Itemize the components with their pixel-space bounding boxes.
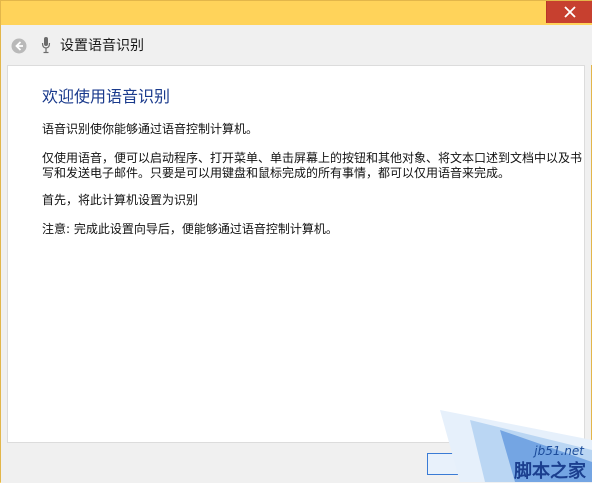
wizard-content-panel: 欢迎使用语音识别 语音识别使你能够通过语音控制计算机。 仅使用语音，便可以启动程… bbox=[7, 65, 585, 443]
title-bar[interactable] bbox=[1, 1, 592, 25]
wizard-header: 设置语音识别 bbox=[1, 25, 592, 65]
watermark-site: jb51.net bbox=[534, 444, 584, 458]
watermark-name: 脚本之家 bbox=[514, 461, 586, 482]
microphone-icon bbox=[41, 37, 51, 54]
description-line-2: 写和发送电子邮件。只要是可以用键盘和鼠标完成的所有事情，都可以仅用语音来完成。 bbox=[42, 166, 511, 180]
intro-text: 语音识别使你能够通过语音控制计算机。 bbox=[42, 122, 259, 136]
wizard-title: 设置语音识别 bbox=[60, 38, 144, 54]
description-line-1: 仅使用语音，便可以启动程序、打开菜单、单击屏幕上的按钮和其他对象、将文本口述到文… bbox=[42, 151, 583, 165]
page-heading: 欢迎使用语音识别 bbox=[42, 87, 171, 106]
back-arrow-icon[interactable] bbox=[11, 38, 27, 54]
close-icon bbox=[564, 6, 576, 18]
setup-text: 首先，将此计算机设置为识别 bbox=[42, 193, 199, 207]
close-button[interactable] bbox=[546, 1, 592, 23]
note-text: 注意: 完成此设置向导后，便能够通过语音控制计算机。 bbox=[42, 222, 338, 236]
